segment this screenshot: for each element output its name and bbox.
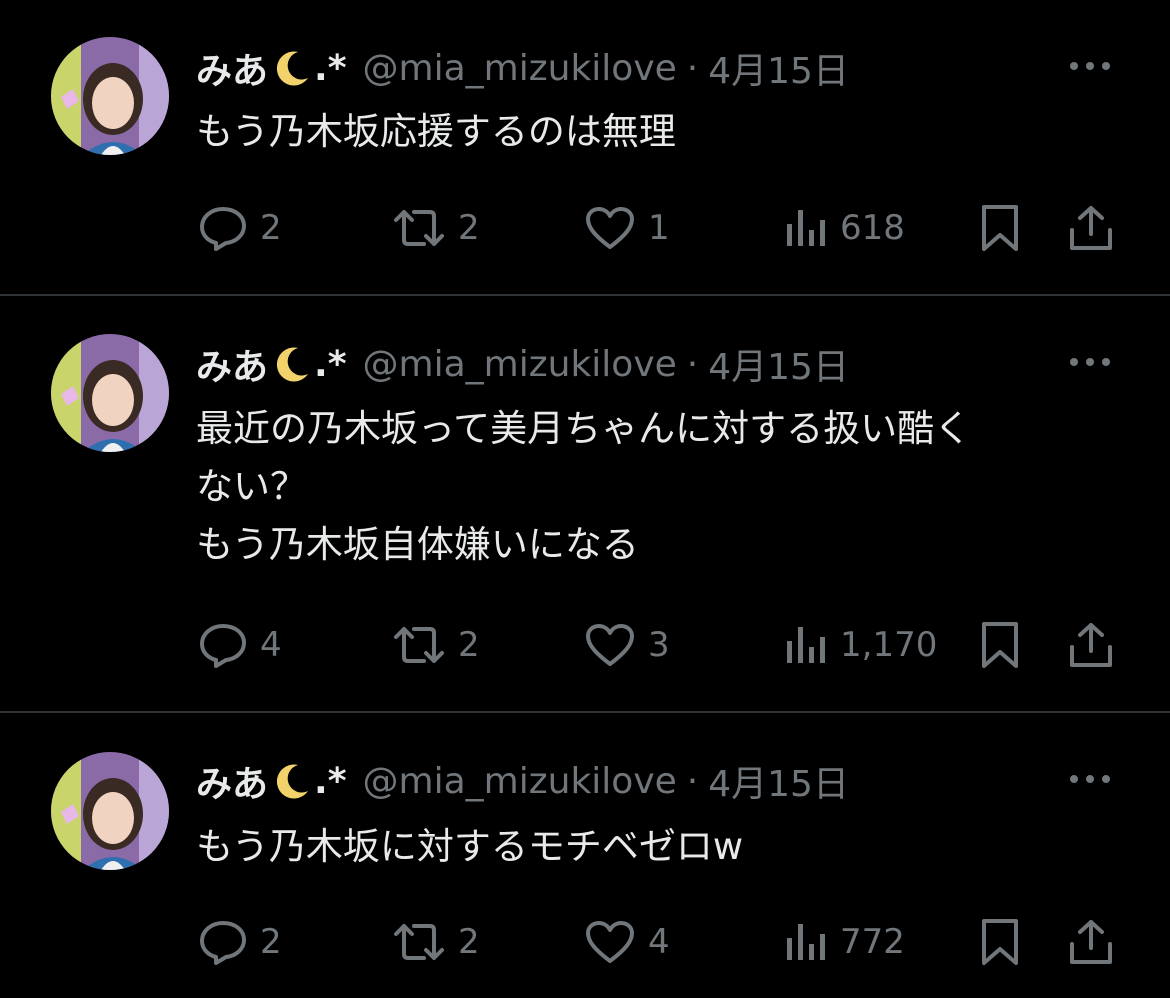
like-count: 1 bbox=[648, 208, 670, 248]
heart-icon bbox=[586, 921, 634, 963]
separator-dot: · bbox=[686, 47, 699, 89]
like-count: 4 bbox=[648, 922, 670, 962]
like-button[interactable]: 3 bbox=[584, 615, 670, 675]
share-button[interactable] bbox=[1068, 198, 1114, 258]
views-button[interactable]: 1,170 bbox=[784, 615, 937, 675]
tweet-actions: 2 2 4 772 bbox=[0, 912, 1170, 972]
retweet-icon bbox=[394, 627, 444, 663]
tweet-text: 最近の乃木坂って美月ちゃんに対する扱い酷く ない？ もう乃木坂自体嫌いになる bbox=[196, 400, 1116, 574]
display-name-suffix: .* bbox=[314, 343, 347, 385]
more-options-button[interactable] bbox=[1066, 759, 1114, 799]
share-icon bbox=[1070, 920, 1112, 964]
user-handle[interactable]: @mia_mizukilove bbox=[363, 761, 677, 802]
crescent-moon-emoji-icon bbox=[272, 344, 312, 384]
views-bar-chart-icon bbox=[787, 210, 825, 246]
tweet-text-line: もう乃木坂応援するのは無理 bbox=[196, 110, 676, 153]
tweet-actions: 4 2 3 1,170 bbox=[0, 615, 1170, 675]
reply-icon bbox=[200, 921, 246, 965]
retweet-button[interactable]: 2 bbox=[392, 198, 480, 258]
view-count: 618 bbox=[840, 208, 905, 248]
bookmark-icon bbox=[982, 622, 1018, 668]
tweet-header: みあ .* @mia_mizukilove · 4月15日 bbox=[196, 38, 849, 98]
share-icon bbox=[1070, 623, 1112, 667]
like-button[interactable]: 1 bbox=[584, 198, 670, 258]
bookmark-button[interactable] bbox=[978, 198, 1022, 258]
tweet-text-line: ない？ bbox=[196, 465, 307, 508]
reply-count: 4 bbox=[260, 625, 282, 665]
tweet-date[interactable]: 4月15日 bbox=[708, 755, 849, 807]
crescent-moon-emoji-icon bbox=[272, 761, 312, 801]
tweet-text-line: もう乃木坂に対するモチベゼロw bbox=[196, 825, 744, 868]
tweet-text: もう乃木坂応援するのは無理 bbox=[196, 103, 1116, 161]
user-handle[interactable]: @mia_mizukilove bbox=[363, 344, 677, 385]
reply-button[interactable]: 2 bbox=[198, 198, 282, 258]
views-button[interactable]: 772 bbox=[784, 912, 905, 972]
share-button[interactable] bbox=[1068, 615, 1114, 675]
like-count: 3 bbox=[648, 625, 670, 665]
like-button[interactable]: 4 bbox=[584, 912, 670, 972]
crescent-moon-emoji-icon bbox=[272, 48, 312, 88]
display-name-suffix: .* bbox=[314, 47, 347, 89]
tweet-text-line: もう乃木坂自体嫌いになる bbox=[196, 523, 639, 566]
tweet-divider bbox=[0, 294, 1170, 296]
view-count: 772 bbox=[840, 922, 905, 962]
retweet-button[interactable]: 2 bbox=[392, 912, 480, 972]
retweet-button[interactable]: 2 bbox=[392, 615, 480, 675]
more-horizontal-icon bbox=[1070, 775, 1110, 783]
heart-icon bbox=[586, 207, 634, 249]
display-name-suffix: .* bbox=[314, 760, 347, 802]
tweet-date[interactable]: 4月15日 bbox=[708, 42, 849, 94]
reply-count: 2 bbox=[260, 208, 282, 248]
bookmark-icon bbox=[982, 205, 1018, 251]
share-icon bbox=[1070, 206, 1112, 250]
more-horizontal-icon bbox=[1070, 358, 1110, 366]
tweet-actions: 2 2 1 618 bbox=[0, 198, 1170, 258]
share-button[interactable] bbox=[1068, 912, 1114, 972]
separator-dot: · bbox=[686, 760, 699, 802]
tweet-date[interactable]: 4月15日 bbox=[708, 338, 849, 390]
reply-button[interactable]: 2 bbox=[198, 912, 282, 972]
more-horizontal-icon bbox=[1070, 62, 1110, 70]
avatar[interactable] bbox=[51, 37, 169, 155]
display-name[interactable]: みあ bbox=[196, 755, 268, 807]
views-bar-chart-icon bbox=[787, 924, 825, 960]
reply-count: 2 bbox=[260, 922, 282, 962]
retweet-icon bbox=[394, 924, 444, 960]
more-options-button[interactable] bbox=[1066, 342, 1114, 382]
tweet-divider bbox=[0, 711, 1170, 713]
heart-icon bbox=[586, 624, 634, 666]
avatar[interactable] bbox=[51, 752, 169, 870]
separator-dot: · bbox=[686, 343, 699, 385]
bookmark-button[interactable] bbox=[978, 912, 1022, 972]
avatar[interactable] bbox=[51, 334, 169, 452]
retweet-icon bbox=[394, 210, 444, 246]
tweet-text-line: 最近の乃木坂って美月ちゃんに対する扱い酷く bbox=[196, 407, 972, 450]
reply-button[interactable]: 4 bbox=[198, 615, 282, 675]
more-options-button[interactable] bbox=[1066, 46, 1114, 86]
bookmark-button[interactable] bbox=[978, 615, 1022, 675]
tweet-text: もう乃木坂に対するモチベゼロw bbox=[196, 818, 1116, 876]
display-name[interactable]: みあ bbox=[196, 338, 268, 390]
bookmark-icon bbox=[982, 919, 1018, 965]
views-bar-chart-icon bbox=[787, 627, 825, 663]
retweet-count: 2 bbox=[458, 625, 480, 665]
tweet-header: みあ .* @mia_mizukilove · 4月15日 bbox=[196, 751, 849, 811]
tweet-header: みあ .* @mia_mizukilove · 4月15日 bbox=[196, 334, 849, 394]
retweet-count: 2 bbox=[458, 922, 480, 962]
retweet-count: 2 bbox=[458, 208, 480, 248]
reply-icon bbox=[200, 207, 246, 251]
views-button[interactable]: 618 bbox=[784, 198, 905, 258]
view-count: 1,170 bbox=[840, 625, 938, 665]
reply-icon bbox=[200, 624, 246, 668]
display-name[interactable]: みあ bbox=[196, 42, 268, 94]
user-handle[interactable]: @mia_mizukilove bbox=[363, 48, 677, 89]
